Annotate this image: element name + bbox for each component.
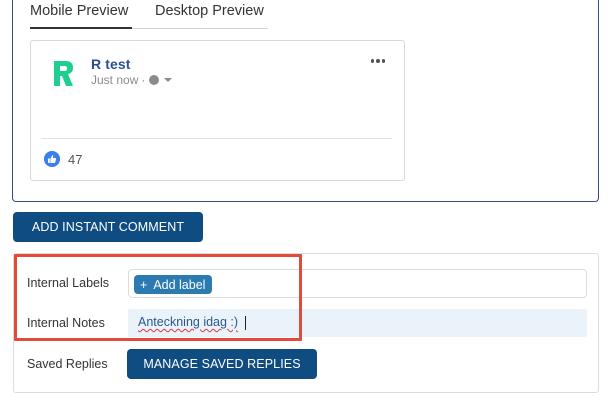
- internal-notes-value: Anteckning idag :): [138, 315, 239, 329]
- post-author-name[interactable]: R test: [91, 56, 131, 72]
- text-cursor: [245, 316, 246, 330]
- more-horizontal-icon[interactable]: [370, 59, 385, 63]
- meta-separator: ·: [141, 73, 146, 87]
- post-time: Just now: [91, 73, 139, 87]
- manage-saved-replies-button[interactable]: MANAGE SAVED REPLIES: [127, 349, 317, 379]
- tab-mobile-preview[interactable]: Mobile Preview: [30, 3, 133, 29]
- post-divider: [41, 138, 392, 139]
- saved-replies-label: Saved Replies: [27, 357, 108, 371]
- internal-labels-label: Internal Labels: [27, 276, 110, 290]
- preview-tabs: Mobile Preview Desktop Preview: [30, 3, 268, 29]
- like-count: 47: [68, 152, 83, 167]
- add-label-button[interactable]: + Add label: [134, 275, 213, 294]
- globe-icon: [149, 75, 160, 85]
- thumbs-up-icon: [44, 151, 60, 167]
- brand-logo-icon: [54, 61, 73, 86]
- post-preview-card: R test Just now · 47: [30, 40, 405, 181]
- comment-settings-panel: Internal Labels + Add label Internal Not…: [13, 253, 599, 393]
- post-meta: Just now ·: [91, 73, 173, 87]
- preview-panel: Mobile Preview Desktop Preview R test Ju…: [12, 0, 599, 202]
- caret-down-icon[interactable]: [164, 78, 173, 82]
- plus-icon: +: [140, 277, 148, 292]
- add-label-text: Add label: [153, 277, 206, 292]
- internal-notes-input[interactable]: Anteckning idag :): [128, 309, 587, 337]
- add-instant-comment-button[interactable]: ADD INSTANT COMMENT: [13, 212, 203, 242]
- internal-labels-field[interactable]: + Add label: [128, 269, 587, 298]
- internal-notes-label: Internal Notes: [27, 316, 105, 330]
- tab-desktop-preview[interactable]: Desktop Preview: [155, 3, 264, 19]
